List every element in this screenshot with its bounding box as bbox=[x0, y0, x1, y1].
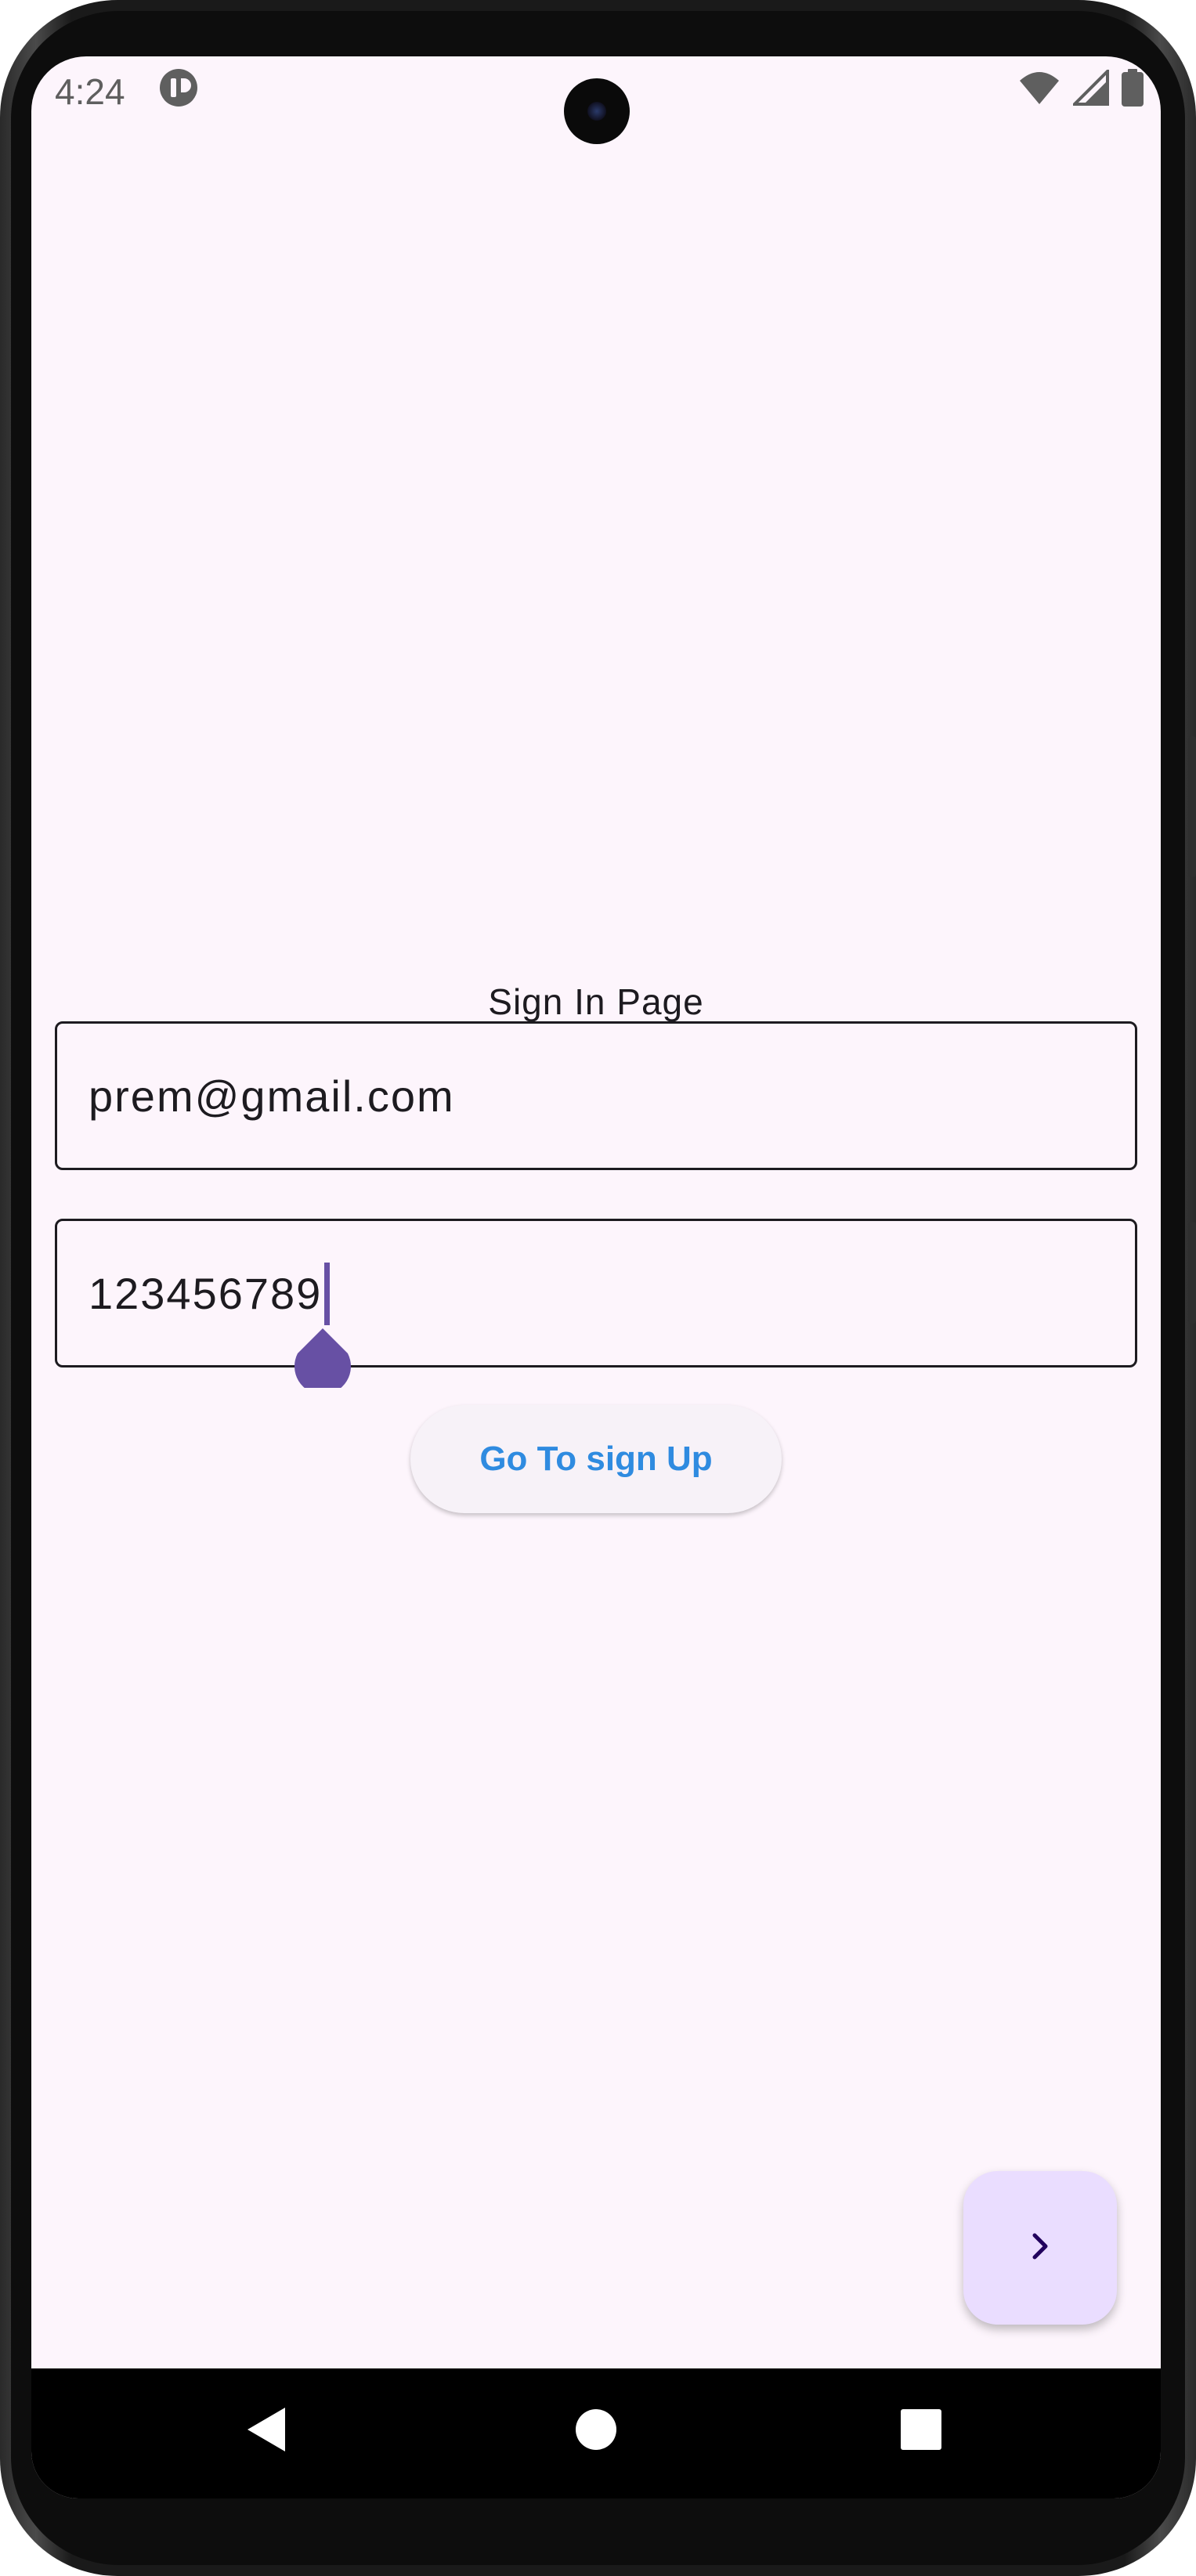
page-title: Sign In Page bbox=[488, 981, 704, 1022]
chevron-right-icon bbox=[1024, 2231, 1056, 2266]
app-screen: 4:24 Sign In Page prem@gmail.com 1234567… bbox=[31, 56, 1161, 2498]
cursor-handle[interactable] bbox=[293, 1328, 352, 1395]
system-nav-bar bbox=[31, 2368, 1161, 2498]
status-time: 4:24 bbox=[55, 71, 125, 112]
email-field[interactable]: prem@gmail.com bbox=[55, 1021, 1137, 1170]
password-field[interactable]: 123456789 bbox=[55, 1219, 1137, 1367]
pause-circle-icon bbox=[158, 67, 199, 108]
phone-frame: 4:24 Sign In Page prem@gmail.com 1234567… bbox=[0, 0, 1196, 2576]
recents-square-icon bbox=[901, 2408, 941, 2454]
power-button bbox=[1188, 1222, 1196, 1324]
text-cursor bbox=[324, 1263, 330, 1325]
nav-recents-button[interactable] bbox=[890, 2400, 952, 2462]
home-circle-icon bbox=[574, 2408, 618, 2455]
front-camera bbox=[564, 78, 630, 144]
cellular-signal-icon bbox=[1071, 67, 1109, 110]
email-field-value: prem@gmail.com bbox=[89, 1071, 455, 1121]
nav-home-button[interactable] bbox=[565, 2400, 627, 2462]
wifi-icon bbox=[1018, 70, 1061, 110]
camera-lens bbox=[587, 102, 606, 121]
volume-button bbox=[1188, 736, 1196, 877]
battery-icon bbox=[1122, 69, 1144, 110]
go-to-signup-button[interactable]: Go To sign Up bbox=[410, 1405, 782, 1513]
next-fab-button[interactable] bbox=[963, 2171, 1117, 2325]
status-bar: 4:24 bbox=[31, 56, 1161, 144]
back-triangle-icon bbox=[244, 2406, 288, 2457]
password-field-value: 123456789 bbox=[89, 1269, 323, 1318]
nav-back-button[interactable] bbox=[235, 2400, 298, 2462]
status-icons bbox=[1018, 67, 1144, 110]
